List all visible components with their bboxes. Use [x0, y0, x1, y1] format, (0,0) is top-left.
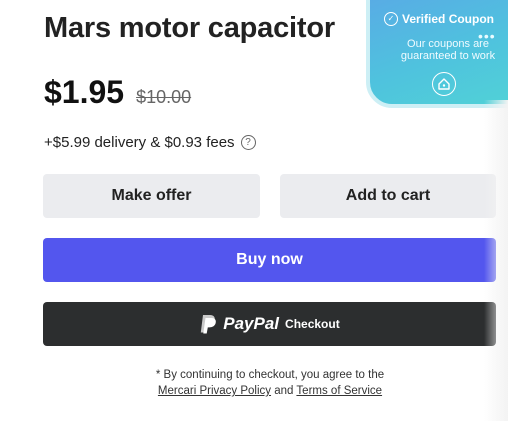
paypal-checkout-button[interactable]: PayPal Checkout: [43, 302, 496, 346]
delivery-fees: +$5.99 delivery & $0.93 fees ?: [44, 134, 256, 151]
legal-and: and: [274, 385, 294, 397]
checkout-legal-notice: * By continuing to checkout, you agree t…: [0, 367, 508, 399]
paypal-p-icon: [201, 315, 217, 334]
coupon-heading: ✓ Verified Coupon: [384, 12, 494, 26]
product-title: Mars motor capacitor: [44, 12, 335, 44]
check-circle-icon: ✓: [384, 12, 398, 26]
privacy-policy-link[interactable]: Mercari Privacy Policy: [158, 385, 271, 397]
current-price: $1.95: [44, 74, 125, 110]
legal-links-line: Mercari Privacy Policy and Terms of Serv…: [0, 383, 508, 399]
coupon-heading-text: Verified Coupon: [402, 12, 495, 26]
help-icon[interactable]: ?: [240, 135, 256, 150]
paypal-logo: PayPal: [199, 314, 279, 334]
right-edge-shadow: [484, 100, 508, 421]
terms-of-service-link[interactable]: Terms of Service: [296, 385, 382, 397]
add-to-cart-button[interactable]: Add to cart: [280, 174, 496, 218]
paypal-brand-text: PayPal: [223, 314, 280, 333]
delivery-fees-text: +$5.99 delivery & $0.93 fees: [44, 134, 235, 151]
verified-coupon-widget[interactable]: ✓ Verified Coupon ••• Our coupons are gu…: [366, 0, 508, 108]
paypal-checkout-label: Checkout: [285, 317, 340, 331]
coupon-body-text: Our coupons are guaranteed to work: [400, 38, 496, 62]
original-price: $10.00: [136, 87, 192, 107]
product-purchase-panel: Mars motor capacitor $1.95 $10.00 +$5.99…: [0, 0, 508, 421]
buy-now-button[interactable]: Buy now: [43, 238, 496, 282]
coupon-tag-icon: [432, 72, 456, 96]
make-offer-button[interactable]: Make offer: [43, 174, 260, 218]
legal-prefix: * By continuing to checkout, you agree t…: [155, 369, 385, 381]
price-row: $1.95 $10.00: [44, 74, 191, 111]
